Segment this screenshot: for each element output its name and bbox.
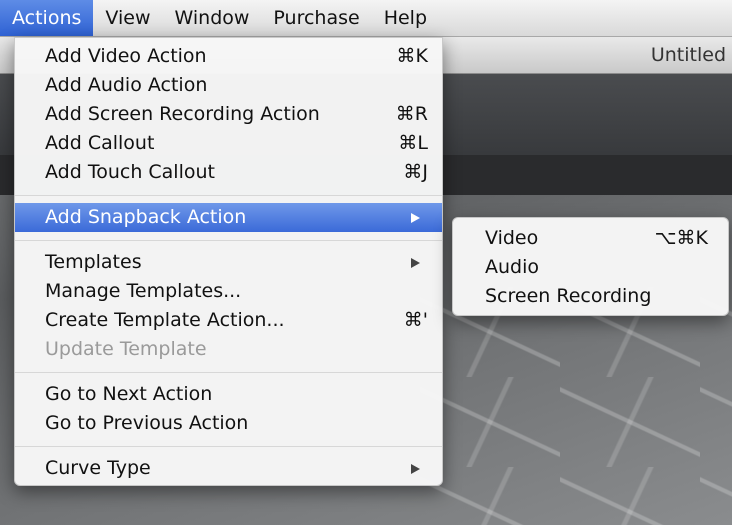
menu-item-label: Create Template Action... xyxy=(45,309,285,331)
menu-item-shortcut: ⌘' xyxy=(403,309,428,331)
submenu-item-audio[interactable]: Audio xyxy=(453,253,728,282)
submenu-arrow-icon xyxy=(411,213,420,223)
actions-menu: Add Video Action ⌘K Add Audio Action Add… xyxy=(14,37,443,486)
menu-separator xyxy=(15,446,442,447)
menu-item-add-audio-action[interactable]: Add Audio Action xyxy=(15,71,442,100)
menu-item-label: Add Screen Recording Action xyxy=(45,103,320,125)
menu-item-add-screen-recording-action[interactable]: Add Screen Recording Action ⌘R xyxy=(15,100,442,129)
menu-item-label: Go to Previous Action xyxy=(45,412,249,434)
menubar-window[interactable]: Window xyxy=(163,0,262,36)
menu-item-label: Screen Recording xyxy=(485,285,652,307)
menu-item-label: Manage Templates... xyxy=(45,280,242,302)
menu-bar: Actions View Window Purchase Help xyxy=(0,0,732,37)
submenu-arrow-icon xyxy=(411,258,420,268)
window-title: Untitled xyxy=(650,44,726,66)
menu-item-label: Audio xyxy=(485,256,540,278)
menu-item-shortcut: ⌥⌘K xyxy=(654,227,708,249)
menu-item-label: Curve Type xyxy=(45,457,151,479)
menu-item-label: Update Template xyxy=(45,338,207,360)
snapback-submenu: Video ⌥⌘K Audio Screen Recording xyxy=(452,217,729,316)
submenu-arrow-icon xyxy=(411,464,420,474)
menu-item-curve-type[interactable]: Curve Type xyxy=(15,454,442,483)
menubar-purchase[interactable]: Purchase xyxy=(261,0,371,36)
menu-item-add-snapback-action[interactable]: Add Snapback Action xyxy=(15,203,442,232)
menu-item-label: Video xyxy=(485,227,539,249)
menubar-actions[interactable]: Actions xyxy=(0,0,94,36)
submenu-item-screen-recording[interactable]: Screen Recording xyxy=(453,282,728,311)
menu-item-shortcut: ⌘R xyxy=(395,103,428,125)
menu-item-update-template: Update Template xyxy=(15,335,442,364)
canvas-preview xyxy=(420,287,732,525)
menu-item-label: Add Callout xyxy=(45,132,155,154)
menu-item-templates[interactable]: Templates xyxy=(15,248,442,277)
menu-item-label: Add Video Action xyxy=(45,45,207,67)
menu-separator xyxy=(15,195,442,196)
menubar-help[interactable]: Help xyxy=(372,0,439,36)
menubar-view[interactable]: View xyxy=(93,0,162,36)
menu-item-add-video-action[interactable]: Add Video Action ⌘K xyxy=(15,42,442,71)
menu-item-label: Add Snapback Action xyxy=(45,206,247,228)
menu-item-label: Add Audio Action xyxy=(45,74,208,96)
menu-item-go-to-next-action[interactable]: Go to Next Action xyxy=(15,380,442,409)
menu-item-go-to-previous-action[interactable]: Go to Previous Action xyxy=(15,409,442,438)
menu-item-shortcut: ⌘J xyxy=(403,161,428,183)
menu-item-label: Templates xyxy=(45,251,142,273)
menu-item-create-template-action[interactable]: Create Template Action... ⌘' xyxy=(15,306,442,335)
menu-item-add-touch-callout[interactable]: Add Touch Callout ⌘J xyxy=(15,158,442,187)
menu-item-manage-templates[interactable]: Manage Templates... xyxy=(15,277,442,306)
menu-item-shortcut: ⌘L xyxy=(398,132,428,154)
menu-item-add-callout[interactable]: Add Callout ⌘L xyxy=(15,129,442,158)
menu-item-label: Add Touch Callout xyxy=(45,161,215,183)
submenu-item-video[interactable]: Video ⌥⌘K xyxy=(453,224,728,253)
menu-separator xyxy=(15,372,442,373)
menu-item-shortcut: ⌘K xyxy=(396,45,428,67)
menu-item-label: Go to Next Action xyxy=(45,383,213,405)
menu-separator xyxy=(15,240,442,241)
